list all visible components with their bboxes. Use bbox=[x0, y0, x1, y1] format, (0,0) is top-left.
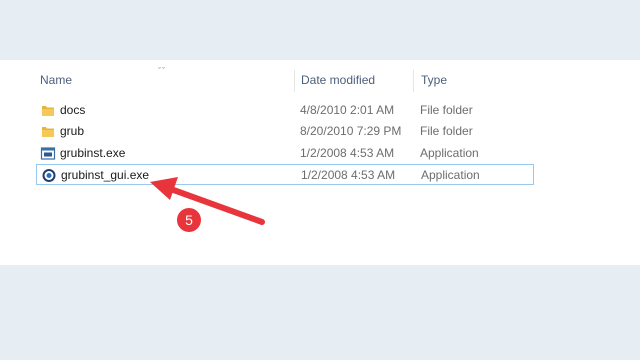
annotation-arrow bbox=[150, 177, 265, 225]
step-number-badge: 5 bbox=[177, 208, 201, 232]
